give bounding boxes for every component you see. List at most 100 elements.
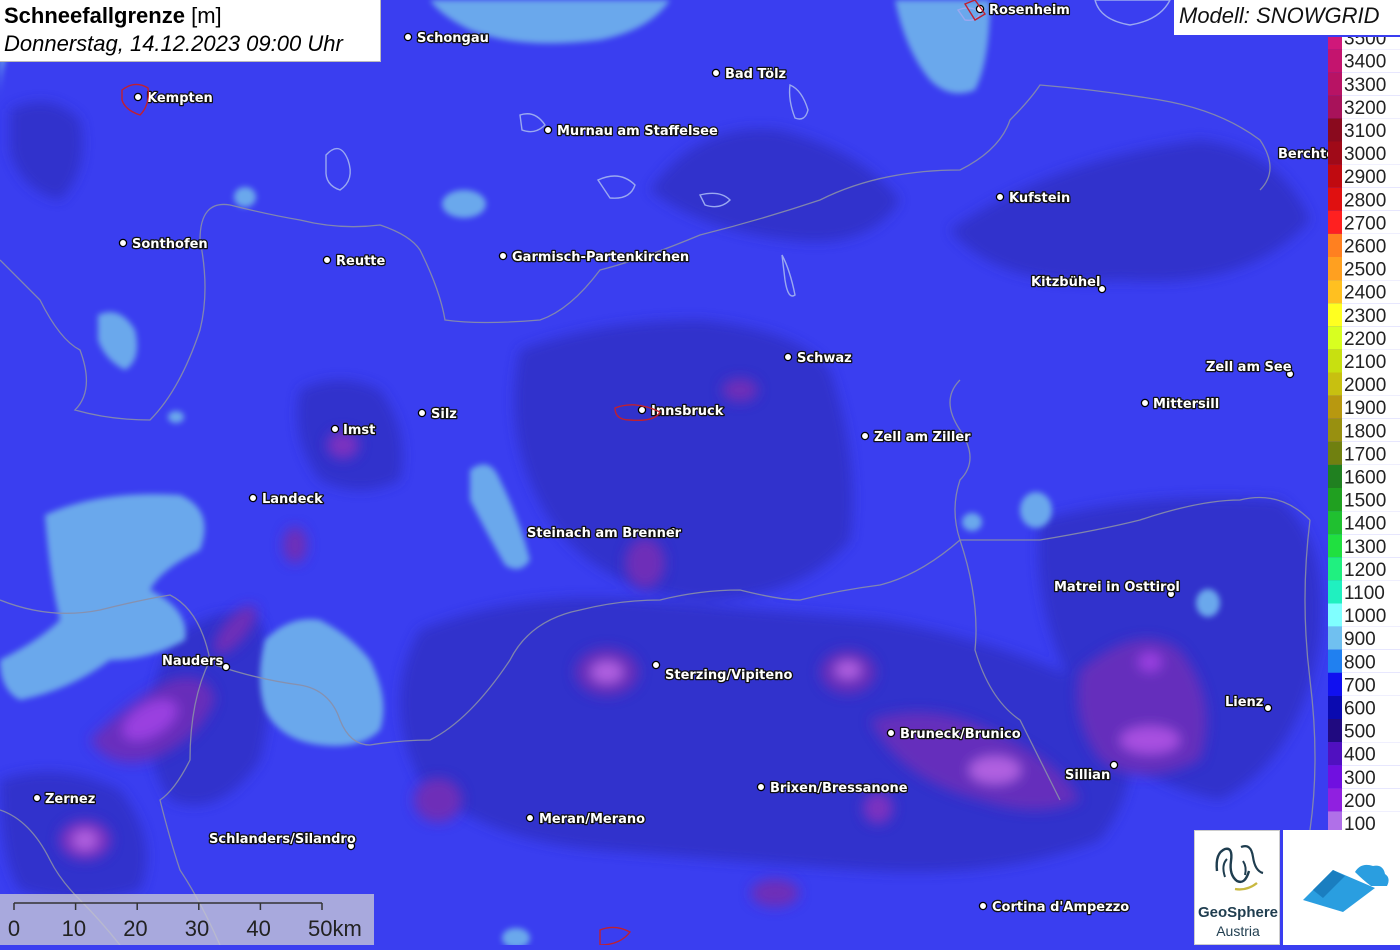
map-title-panel: Schneefallgrenze [m] Donnerstag, 14.12.2… bbox=[0, 0, 381, 62]
city-garmisch[interactable]: Garmisch-Partenkirchen bbox=[498, 249, 690, 266]
color-legend: 3500 340033003200310030002900280027002600… bbox=[1328, 37, 1400, 832]
svg-text:Murnau am Staffelsee: Murnau am Staffelsee bbox=[557, 124, 718, 139]
legend-label-2100: 2100 bbox=[1344, 352, 1386, 373]
legend-label-1500: 1500 bbox=[1344, 491, 1386, 512]
legend-label-800: 800 bbox=[1344, 652, 1376, 673]
legend-label-1900: 1900 bbox=[1344, 398, 1386, 419]
legend-label-1600: 1600 bbox=[1344, 467, 1386, 488]
svg-text:Schongau: Schongau bbox=[417, 31, 489, 46]
svg-text:Zell am Ziller: Zell am Ziller bbox=[874, 430, 971, 445]
map-datetime: Donnerstag, 14.12.2023 09:00 Uhr bbox=[4, 31, 343, 56]
legend-label-700: 700 bbox=[1344, 675, 1376, 696]
legend-label-3400: 3400 bbox=[1344, 52, 1386, 73]
legend-label-2200: 2200 bbox=[1344, 329, 1386, 350]
scale-bar: 0 10 20 30 40 50km bbox=[0, 894, 374, 945]
legend-swatch-2700 bbox=[1328, 210, 1342, 234]
legend-swatch-2100 bbox=[1328, 349, 1342, 373]
legend-swatch-300 bbox=[1328, 765, 1342, 789]
city-schlanders[interactable]: Schlanders/Silandro bbox=[208, 831, 357, 851]
legend-swatch-2500 bbox=[1328, 257, 1342, 281]
legend-swatch-2600 bbox=[1328, 233, 1342, 257]
legend-swatch-1600 bbox=[1328, 464, 1342, 488]
city-innsbruck[interactable]: Innsbruck bbox=[637, 403, 725, 420]
svg-text:Bruneck/Brunico: Bruneck/Brunico bbox=[900, 727, 1021, 742]
legend-label-3300: 3300 bbox=[1344, 75, 1386, 96]
city-meran[interactable]: Meran/Merano bbox=[525, 811, 646, 828]
scale-tick-label: 20 bbox=[123, 916, 147, 941]
svg-text:Zell am See: Zell am See bbox=[1206, 360, 1292, 375]
city-kitzbuehel[interactable]: Kitzbühel bbox=[1030, 274, 1107, 294]
city-schongau[interactable]: Schongau bbox=[403, 30, 490, 47]
svg-text:Mittersill: Mittersill bbox=[1153, 397, 1219, 412]
legend-swatch-3100 bbox=[1328, 118, 1342, 142]
svg-text:Brixen/Bressanone: Brixen/Bressanone bbox=[770, 781, 908, 796]
legend-swatch-1400 bbox=[1328, 511, 1342, 535]
scale-tick-label: 0 bbox=[8, 916, 20, 941]
svg-text:Rosenheim: Rosenheim bbox=[989, 3, 1070, 18]
legend-swatch-1500 bbox=[1328, 488, 1342, 512]
svg-text:Meran/Merano: Meran/Merano bbox=[539, 812, 645, 827]
legend-label-500: 500 bbox=[1344, 722, 1376, 743]
legend-swatch-3000 bbox=[1328, 141, 1342, 165]
svg-text:Reutte: Reutte bbox=[336, 254, 386, 269]
scale-tick-label: 10 bbox=[62, 916, 86, 941]
legend-swatch-500 bbox=[1328, 719, 1342, 743]
legend-label-1400: 1400 bbox=[1344, 514, 1386, 535]
legend-swatch-1800 bbox=[1328, 418, 1342, 442]
legend-swatch-3300 bbox=[1328, 72, 1342, 96]
city-zell-am-ziller[interactable]: Zell am Ziller bbox=[860, 429, 972, 446]
city-matrei[interactable]: Matrei in Osttirol bbox=[1053, 579, 1181, 599]
map-title: Schneefallgrenze [m] bbox=[4, 3, 380, 29]
svg-text:Kitzbühel: Kitzbühel bbox=[1031, 275, 1100, 290]
app-logo bbox=[1283, 830, 1400, 945]
legend-label-1700: 1700 bbox=[1344, 444, 1386, 465]
svg-text:Garmisch-Partenkirchen: Garmisch-Partenkirchen bbox=[512, 250, 689, 265]
svg-text:Sterzing/Vipiteno: Sterzing/Vipiteno bbox=[665, 668, 792, 683]
svg-text:Zernez: Zernez bbox=[45, 792, 95, 807]
city-bruneck[interactable]: Bruneck/Brunico bbox=[886, 726, 1022, 743]
legend-label-2600: 2600 bbox=[1344, 236, 1386, 257]
legend-label-3200: 3200 bbox=[1344, 98, 1386, 119]
svg-text:Landeck: Landeck bbox=[262, 492, 323, 507]
legend-swatch-700 bbox=[1328, 672, 1342, 696]
legend-label-2900: 2900 bbox=[1344, 167, 1386, 188]
geosphere-emblem-icon bbox=[1215, 845, 1264, 891]
legend-label-3000: 3000 bbox=[1344, 144, 1386, 165]
legend-label-2800: 2800 bbox=[1344, 190, 1386, 211]
legend-label-3100: 3100 bbox=[1344, 121, 1386, 142]
legend-label-300: 300 bbox=[1344, 768, 1376, 789]
svg-text:Schwaz: Schwaz bbox=[797, 351, 852, 366]
svg-text:Matrei in Osttirol: Matrei in Osttirol bbox=[1054, 580, 1180, 595]
city-zell-am-see[interactable]: Zell am See bbox=[1205, 359, 1295, 379]
svg-text:Sillian: Sillian bbox=[1065, 768, 1110, 783]
legend-label-1300: 1300 bbox=[1344, 537, 1386, 558]
legend-swatch-400 bbox=[1328, 742, 1342, 766]
geosphere-logo: GeoSphere Austria bbox=[1194, 830, 1280, 945]
city-rosenheim[interactable]: Rosenheim bbox=[975, 2, 1071, 19]
city-murnau[interactable]: Murnau am Staffelsee bbox=[543, 123, 719, 140]
legend-label-2700: 2700 bbox=[1344, 213, 1386, 234]
legend-label-1100: 1100 bbox=[1344, 583, 1385, 604]
legend-label-600: 600 bbox=[1344, 698, 1376, 719]
city-cortina[interactable]: Cortina d'Ampezzo bbox=[978, 899, 1131, 916]
legend-label-2500: 2500 bbox=[1344, 260, 1386, 281]
legend-swatch-3400 bbox=[1328, 49, 1342, 73]
legend-swatch-600 bbox=[1328, 695, 1342, 719]
legend-swatch-2800 bbox=[1328, 187, 1342, 211]
city-steinach[interactable]: Steinach am Brenner bbox=[526, 525, 683, 543]
legend-label-1800: 1800 bbox=[1344, 421, 1386, 442]
city-mittersill[interactable]: Mittersill bbox=[1140, 396, 1220, 413]
city-brixen[interactable]: Brixen/Bressanone bbox=[756, 780, 909, 797]
legend-swatch-1100 bbox=[1328, 580, 1342, 604]
svg-text:Imst: Imst bbox=[343, 423, 375, 438]
city-nauders[interactable]: Nauders bbox=[161, 653, 231, 672]
legend-label-2300: 2300 bbox=[1344, 306, 1386, 327]
svg-text:Kempten: Kempten bbox=[147, 91, 213, 106]
legend-label-1000: 1000 bbox=[1344, 606, 1386, 627]
city-sonthofen[interactable]: Sonthofen bbox=[118, 236, 209, 253]
legend-swatch-800 bbox=[1328, 649, 1342, 673]
snowfall-limit-map: Rosenheim Schongau Bad Tölz Kempten Murn… bbox=[0, 0, 1400, 945]
svg-text:Nauders: Nauders bbox=[162, 654, 223, 669]
svg-text:Cortina d'Ampezzo: Cortina d'Ampezzo bbox=[992, 900, 1129, 915]
legend-label-200: 200 bbox=[1344, 791, 1376, 812]
